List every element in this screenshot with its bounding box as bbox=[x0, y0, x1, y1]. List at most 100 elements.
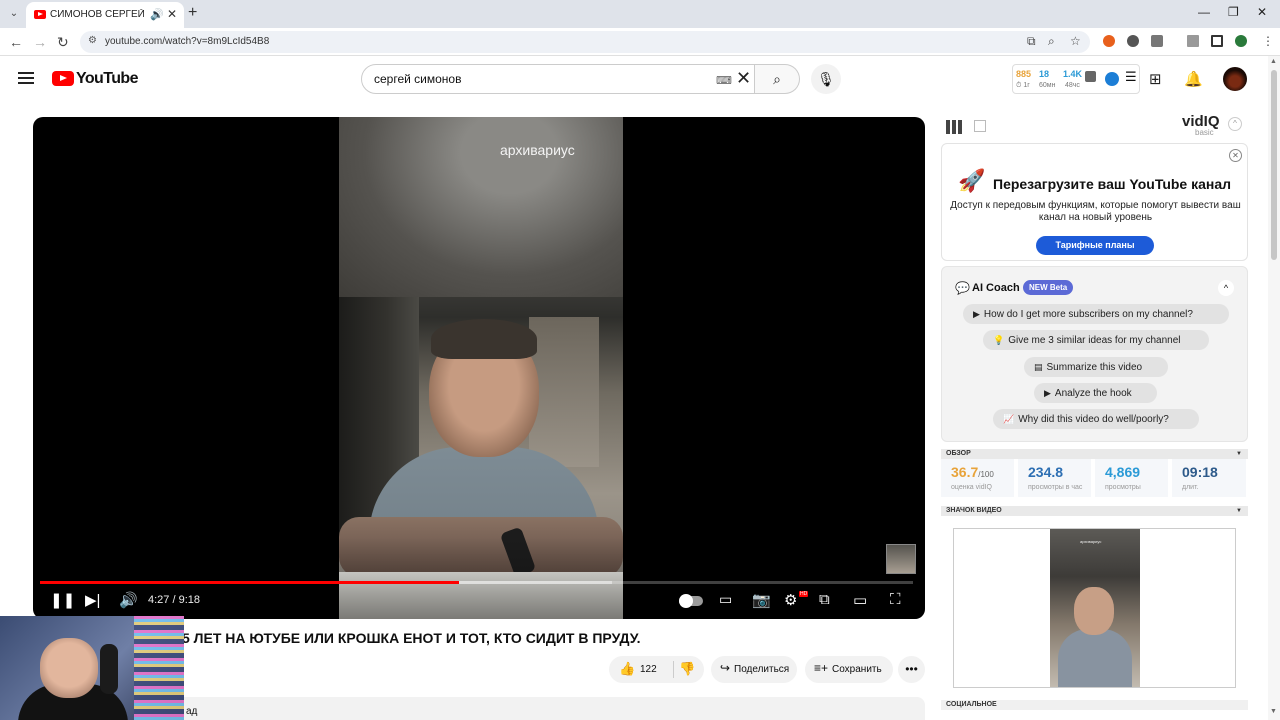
new-beta-badge: NEW Beta bbox=[1023, 280, 1074, 295]
vidiq-promo-card: ✕ 🚀 Перезагрузите ваш YouTube канал Дост… bbox=[941, 143, 1248, 261]
microphone-icon: 🎙 bbox=[817, 71, 835, 87]
dislike-thumb-icon[interactable]: 👎 bbox=[679, 661, 695, 677]
thumbnail-section-header[interactable]: ЗНАЧОК ВИДЕО ▼ bbox=[941, 506, 1248, 516]
hamburger-menu-icon[interactable] bbox=[18, 72, 34, 84]
audio-playing-icon[interactable]: 🔊 bbox=[150, 8, 164, 21]
volume-icon[interactable]: 🔊 bbox=[119, 591, 138, 609]
channel-watermark-thumbnail[interactable] bbox=[886, 544, 916, 574]
browser-menu-icon[interactable]: ⋮ bbox=[1262, 34, 1274, 48]
coach-prompt-summarize[interactable]: ▤ Summarize this video bbox=[1024, 357, 1168, 377]
install-app-icon[interactable]: ⧉ bbox=[1027, 34, 1036, 49]
new-tab-icon[interactable]: + bbox=[188, 4, 197, 22]
clear-search-icon[interactable]: ✕ bbox=[736, 68, 751, 89]
keyboard-icon[interactable]: ⌨ bbox=[716, 74, 732, 87]
voice-search-button[interactable]: 🎙 bbox=[811, 64, 841, 94]
coach-prompt-hook[interactable]: ▶ Analyze the hook bbox=[1034, 383, 1157, 403]
profile-icon[interactable] bbox=[1235, 35, 1247, 47]
vidiq-chart-icon[interactable] bbox=[974, 120, 986, 132]
vidiq-grid-icon[interactable] bbox=[946, 120, 962, 134]
like-dislike-group: 👍 122 👎 bbox=[609, 656, 704, 683]
coach-prompt-subscribers[interactable]: ▶ How do I get more subscribers on my cha… bbox=[963, 304, 1229, 324]
back-icon[interactable]: ← bbox=[9, 34, 23, 50]
notifications-bell-icon[interactable]: 🔔 bbox=[1184, 70, 1203, 88]
trend-chart-icon: 📈 bbox=[1003, 414, 1015, 424]
restore-icon[interactable]: ❐ bbox=[1228, 5, 1239, 19]
site-info-icon[interactable]: ⚙ bbox=[88, 35, 97, 46]
reload-icon[interactable]: ↻ bbox=[57, 34, 69, 51]
media-control-icon[interactable] bbox=[1187, 35, 1199, 47]
collapse-chevron-icon[interactable]: ^ bbox=[1228, 117, 1242, 131]
address-bar[interactable]: ⚙ youtube.com/watch?v=8m9LcId54B8 bbox=[80, 31, 1090, 53]
like-thumb-icon[interactable]: 👍 bbox=[619, 661, 635, 677]
share-button[interactable]: ↪ Поделиться bbox=[711, 656, 797, 683]
create-video-icon[interactable]: ⊞ bbox=[1149, 70, 1162, 88]
extension-circle-icon[interactable] bbox=[1127, 35, 1139, 47]
page-scrollbar[interactable]: ▲ ▼ bbox=[1268, 56, 1280, 720]
search-input[interactable]: сергей симонов ⌨ ✕ bbox=[361, 64, 755, 94]
vidiq-header-stats[interactable]: 885 ⏱ 1г 18 60мн 1.4K 48чс ☰ bbox=[1012, 64, 1140, 94]
video-play-icon: ▶ bbox=[973, 309, 980, 319]
autoplay-toggle[interactable] bbox=[679, 594, 703, 608]
subtitles-icon[interactable]: ▭ bbox=[719, 591, 732, 608]
description-box[interactable]: ад bbox=[170, 697, 925, 720]
video-thumbnail-preview[interactable]: архивариус bbox=[953, 528, 1236, 688]
progress-played bbox=[40, 581, 460, 584]
share-arrow-icon: ↪ bbox=[720, 661, 731, 675]
search-query[interactable]: сергей симонов bbox=[374, 72, 461, 86]
coach-prompt-ideas[interactable]: 💡 Give me 3 similar ideas for my channel bbox=[983, 330, 1209, 350]
youtube-logo-icon[interactable] bbox=[52, 71, 74, 86]
overview-section-header[interactable]: ОБЗОР ▼ bbox=[941, 449, 1248, 459]
scrollbar-thumb[interactable] bbox=[1271, 70, 1277, 260]
url-text[interactable]: youtube.com/watch?v=8m9LcId54B8 bbox=[105, 36, 269, 47]
vidiq-menu-icon[interactable]: ☰ bbox=[1125, 69, 1137, 85]
section-toggle-icon[interactable]: ▼ bbox=[1236, 506, 1242, 516]
progress-bar[interactable] bbox=[40, 581, 913, 584]
vidiq-stat-sub: 48чс bbox=[1065, 82, 1080, 89]
vidiq-stat-value: 885 bbox=[1016, 69, 1032, 79]
more-actions-button[interactable]: ••• bbox=[898, 656, 925, 683]
close-promo-icon[interactable]: ✕ bbox=[1229, 149, 1242, 162]
close-window-icon[interactable]: ✕ bbox=[1257, 5, 1267, 19]
screenshot-camera-icon[interactable]: 📷 bbox=[752, 591, 771, 609]
next-video-icon[interactable]: ▶| bbox=[85, 591, 100, 609]
time-display: 4:27 / 9:18 bbox=[148, 594, 200, 606]
collapse-coach-icon[interactable]: ^ bbox=[1218, 280, 1234, 296]
save-button[interactable]: ≡+ Сохранить bbox=[805, 656, 893, 683]
stat-views: 4,869 просмотры bbox=[1095, 459, 1169, 497]
extension-flame-icon[interactable] bbox=[1103, 35, 1115, 47]
miniplayer-icon[interactable]: ⧉ bbox=[819, 591, 830, 608]
user-avatar[interactable] bbox=[1223, 67, 1247, 91]
zoom-icon[interactable]: ⌕ bbox=[1048, 34, 1055, 49]
minimize-icon[interactable]: — bbox=[1198, 5, 1210, 19]
thumbnail-image: архивариус bbox=[1050, 529, 1140, 687]
section-toggle-icon[interactable]: ▼ bbox=[1236, 449, 1242, 459]
forward-icon[interactable]: → bbox=[33, 34, 47, 50]
vidiq-chart-icon[interactable] bbox=[1085, 71, 1096, 82]
close-tab-icon[interactable]: ✕ bbox=[167, 7, 177, 21]
like-count[interactable]: 122 bbox=[640, 664, 657, 675]
pricing-plans-button[interactable]: Тарифные планы bbox=[1036, 236, 1154, 255]
settings-gear-icon[interactable]: ⚙ bbox=[784, 591, 797, 609]
vidiq-plan: basic bbox=[1195, 128, 1214, 137]
video-player[interactable]: архивариус ❚❚ ▶| 🔊 4:27 / 9:18 ▭ 📷 ⚙ HD … bbox=[33, 117, 925, 619]
bookmark-star-icon[interactable]: ☆ bbox=[1070, 34, 1081, 48]
search-button[interactable]: ⌕ bbox=[755, 64, 800, 94]
youtube-logo-text[interactable]: YouTube bbox=[76, 70, 138, 88]
coach-prompt-performance[interactable]: 📈 Why did this video do well/poorly? bbox=[993, 409, 1199, 429]
theater-mode-icon[interactable]: ▭ bbox=[853, 591, 867, 609]
side-panel-icon[interactable] bbox=[1211, 35, 1223, 47]
extensions-puzzle-icon[interactable] bbox=[1151, 35, 1163, 47]
tab-search-icon[interactable]: ⌄ bbox=[6, 6, 22, 22]
promo-title: Перезагрузите ваш YouTube канал bbox=[993, 176, 1232, 192]
scroll-up-icon[interactable]: ▲ bbox=[1270, 58, 1277, 65]
vidiq-stat-value: 18 bbox=[1039, 69, 1050, 79]
tab-title: СИМОНОВ СЕРГЕЙ - 15 Л bbox=[50, 9, 148, 20]
scroll-down-icon[interactable]: ▼ bbox=[1270, 708, 1277, 715]
vidiq-stat-value: 1.4K bbox=[1063, 69, 1083, 79]
social-section-header[interactable]: СОЦИАЛЬНОЕ bbox=[941, 700, 1248, 710]
pause-icon[interactable]: ❚❚ bbox=[50, 591, 75, 609]
vidiq-logo-icon[interactable] bbox=[1105, 72, 1119, 86]
browser-tab[interactable]: СИМОНОВ СЕРГЕЙ - 15 Л 🔊 ✕ bbox=[26, 2, 184, 28]
fullscreen-icon[interactable]: ⛶ bbox=[890, 591, 901, 608]
rocket-icon: 🚀 bbox=[958, 168, 986, 193]
